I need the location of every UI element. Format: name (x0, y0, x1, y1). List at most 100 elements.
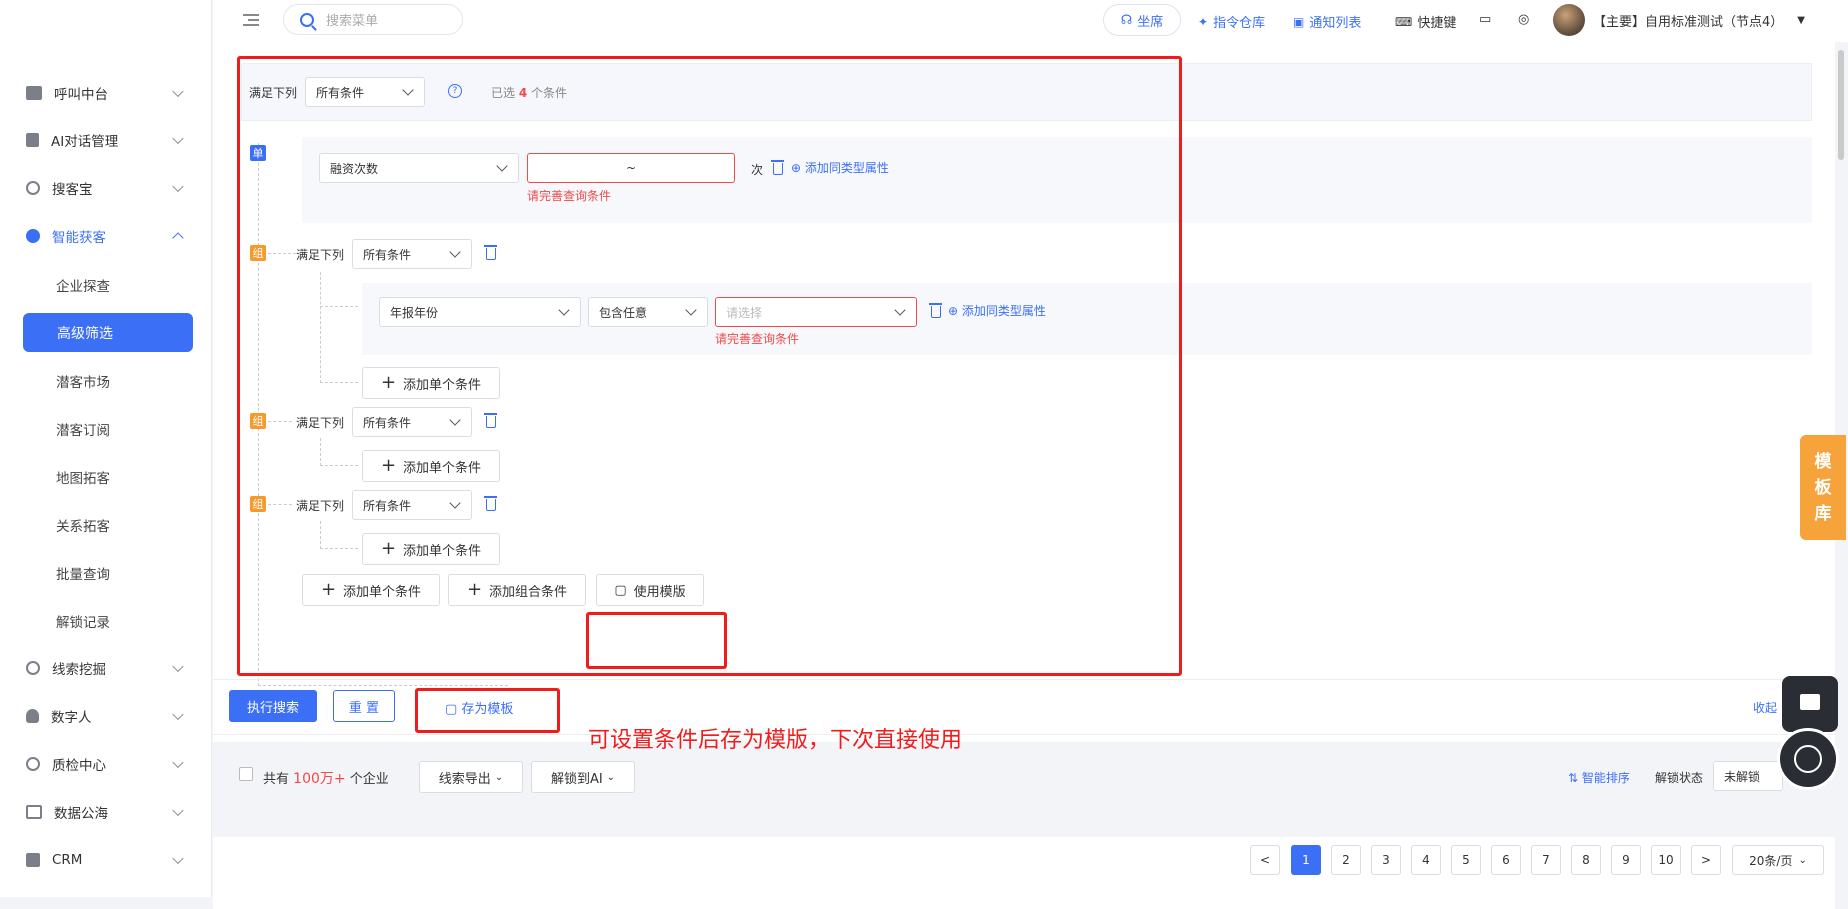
page-2-button[interactable]: 2 (1331, 845, 1361, 875)
chevron-down-icon (172, 708, 184, 721)
export-leads-button[interactable]: 线索导出 ⌄ (419, 761, 523, 793)
menu-collapse-icon[interactable] (243, 14, 259, 26)
page-5-button[interactable]: 5 (1451, 845, 1481, 875)
chevron-down-icon (172, 180, 184, 193)
notice-icon: ▣ (1293, 14, 1305, 29)
phone-widget-button[interactable] (1777, 728, 1839, 790)
sidebar-item-crm[interactable]: CRM (0, 840, 212, 880)
chat-icon (1800, 694, 1820, 710)
sidebar-item-smart-acquire[interactable]: 智能获客 (0, 216, 212, 256)
next-page-button[interactable]: > (1691, 845, 1721, 875)
sidebar-sub-prospect-subscribe[interactable]: 潜客订阅 (56, 409, 110, 449)
sidebar-item-soukebao[interactable]: 搜客宝 (0, 168, 212, 208)
headset-icon: ☊ (1120, 12, 1133, 28)
divider (213, 679, 1835, 680)
sidebar-item-label: 质检中心 (52, 758, 106, 774)
page-9-button[interactable]: 9 (1611, 845, 1641, 875)
sidebar-item-call-center[interactable]: 呼叫中台 (0, 73, 212, 113)
annotation-box-save-template (415, 688, 560, 733)
collapse-link[interactable]: 收起 (1753, 699, 1777, 716)
template-tab-char: 模 (1814, 451, 1832, 472)
top-bar: 搜索菜单 ☊ 坐席 ✦ 指令仓库 ▣ 通知列表 ⌨ 快捷键 ▭ ◎ 【主要】自用标准测试… (213, 0, 1848, 42)
target-icon (26, 661, 40, 675)
total-prefix: 共有 (263, 772, 290, 787)
total-count: 共有 100万+ 个企业 (263, 768, 389, 788)
pin-icon: ✦ (1198, 14, 1209, 29)
seat-button[interactable]: ☊ 坐席 (1103, 4, 1181, 36)
chevron-down-icon (172, 660, 184, 673)
user-menu[interactable]: 【主要】自用标准测试（节点4） ▼ (1553, 4, 1805, 36)
tree-line (258, 685, 508, 686)
page-3-button[interactable]: 3 (1371, 845, 1401, 875)
chevron-down-icon (172, 852, 184, 865)
sidebar-item-lead-mining[interactable]: 线索挖掘 (0, 648, 212, 688)
chart-icon (26, 805, 42, 819)
unlock-status-label: 解锁状态 (1655, 771, 1704, 785)
template-tab-char: 板 (1814, 477, 1832, 498)
page-6-button[interactable]: 6 (1491, 845, 1521, 875)
execute-search-button[interactable]: 执行搜索 (229, 690, 317, 722)
annotation-text: 可设置条件后存为模版，下次直接使用 (588, 728, 963, 753)
sidebar-item-data-pool[interactable]: 数据公海 (0, 792, 212, 832)
sidebar-sub-unlock-records[interactable]: 解锁记录 (56, 601, 110, 641)
person-icon (26, 709, 39, 723)
phone-icon (1794, 745, 1822, 773)
document-icon (26, 133, 39, 147)
shortcut-label: 快捷键 (1417, 16, 1457, 31)
unlock-status-value: 未解锁 (1724, 769, 1761, 784)
screen-icon[interactable]: ▭ (1479, 12, 1491, 27)
sidebar-sub-batch-query[interactable]: 批量查询 (56, 553, 110, 593)
sidebar-item-label: 智能获客 (52, 230, 106, 246)
page-size-value: 20条/页 (1749, 853, 1793, 868)
sidebar-item-label: 数字人 (51, 710, 92, 726)
chevron-down-icon: ⌄ (606, 771, 616, 783)
search-placeholder: 搜索菜单 (326, 14, 379, 29)
page-size-select[interactable]: 20条/页 ⌄ (1732, 845, 1824, 875)
sidebar-sub-enterprise-explore[interactable]: 企业探查 (56, 265, 110, 305)
chat-widget-button[interactable] (1782, 676, 1838, 732)
command-library-link[interactable]: ✦ 指令仓库 (1198, 12, 1266, 32)
search-input[interactable]: 搜索菜单 (283, 4, 463, 35)
total-suffix: 个企业 (349, 772, 389, 787)
sidebar-item-ai-dialog[interactable]: AI对话管理 (0, 120, 212, 160)
sidebar-item-label: 数据公海 (54, 806, 108, 822)
notice-list-link[interactable]: ▣ 通知列表 (1293, 12, 1361, 32)
keyboard-icon: ⌨ (1395, 14, 1413, 29)
select-all-checkbox[interactable] (239, 767, 253, 781)
page-10-button[interactable]: 10 (1651, 845, 1681, 875)
search-icon (300, 12, 314, 27)
chevron-down-icon (172, 804, 184, 817)
page-4-button[interactable]: 4 (1411, 845, 1441, 875)
smart-sort-label: 智能排序 (1581, 771, 1630, 785)
chevron-down-icon (172, 132, 184, 145)
template-library-tab[interactable]: 模板库 (1800, 435, 1846, 540)
divider (213, 734, 1835, 735)
user-name: 【主要】自用标准测试（节点4） (1593, 14, 1784, 30)
unlock-to-ai-button[interactable]: 解锁到AI ⌄ (531, 761, 635, 793)
page-8-button[interactable]: 8 (1571, 845, 1601, 875)
sidebar-item-digital-human[interactable]: 数字人 (0, 696, 212, 736)
scrollbar[interactable] (1838, 50, 1844, 160)
sidebar-sub-advanced-filter[interactable]: 高级筛选 (23, 313, 193, 352)
sidebar-sub-relation-acquire[interactable]: 关系拓客 (56, 505, 110, 545)
camera-icon[interactable]: ◎ (1518, 12, 1529, 27)
sidebar: 呼叫中台 AI对话管理 搜客宝 智能获客 企业探查 高级筛选 潜客市场 潜客订阅… (0, 0, 212, 897)
chevron-down-icon (172, 756, 184, 769)
sidebar-item-quality[interactable]: 质检中心 (0, 744, 212, 784)
seat-label: 坐席 (1137, 14, 1164, 30)
shortcut-link[interactable]: ⌨ 快捷键 (1395, 12, 1457, 32)
command-library-label: 指令仓库 (1213, 16, 1266, 31)
chevron-down-icon (172, 85, 184, 98)
sidebar-item-label: CRM (52, 852, 83, 868)
prev-page-button[interactable]: < (1250, 845, 1280, 875)
unlock-status-select[interactable]: 未解锁 (1713, 761, 1783, 791)
template-tab-char: 库 (1814, 503, 1832, 524)
smart-sort-button[interactable]: ⇅ 智能排序 (1568, 769, 1630, 786)
sidebar-item-label: 呼叫中台 (54, 87, 108, 103)
reset-button[interactable]: 重 置 (333, 690, 395, 722)
sidebar-sub-map-acquire[interactable]: 地图拓客 (56, 457, 110, 497)
page-7-button[interactable]: 7 (1531, 845, 1561, 875)
page-1-button[interactable]: 1 (1291, 845, 1321, 875)
sidebar-sub-prospect-market[interactable]: 潜客市场 (56, 361, 110, 401)
search-icon (26, 229, 40, 243)
